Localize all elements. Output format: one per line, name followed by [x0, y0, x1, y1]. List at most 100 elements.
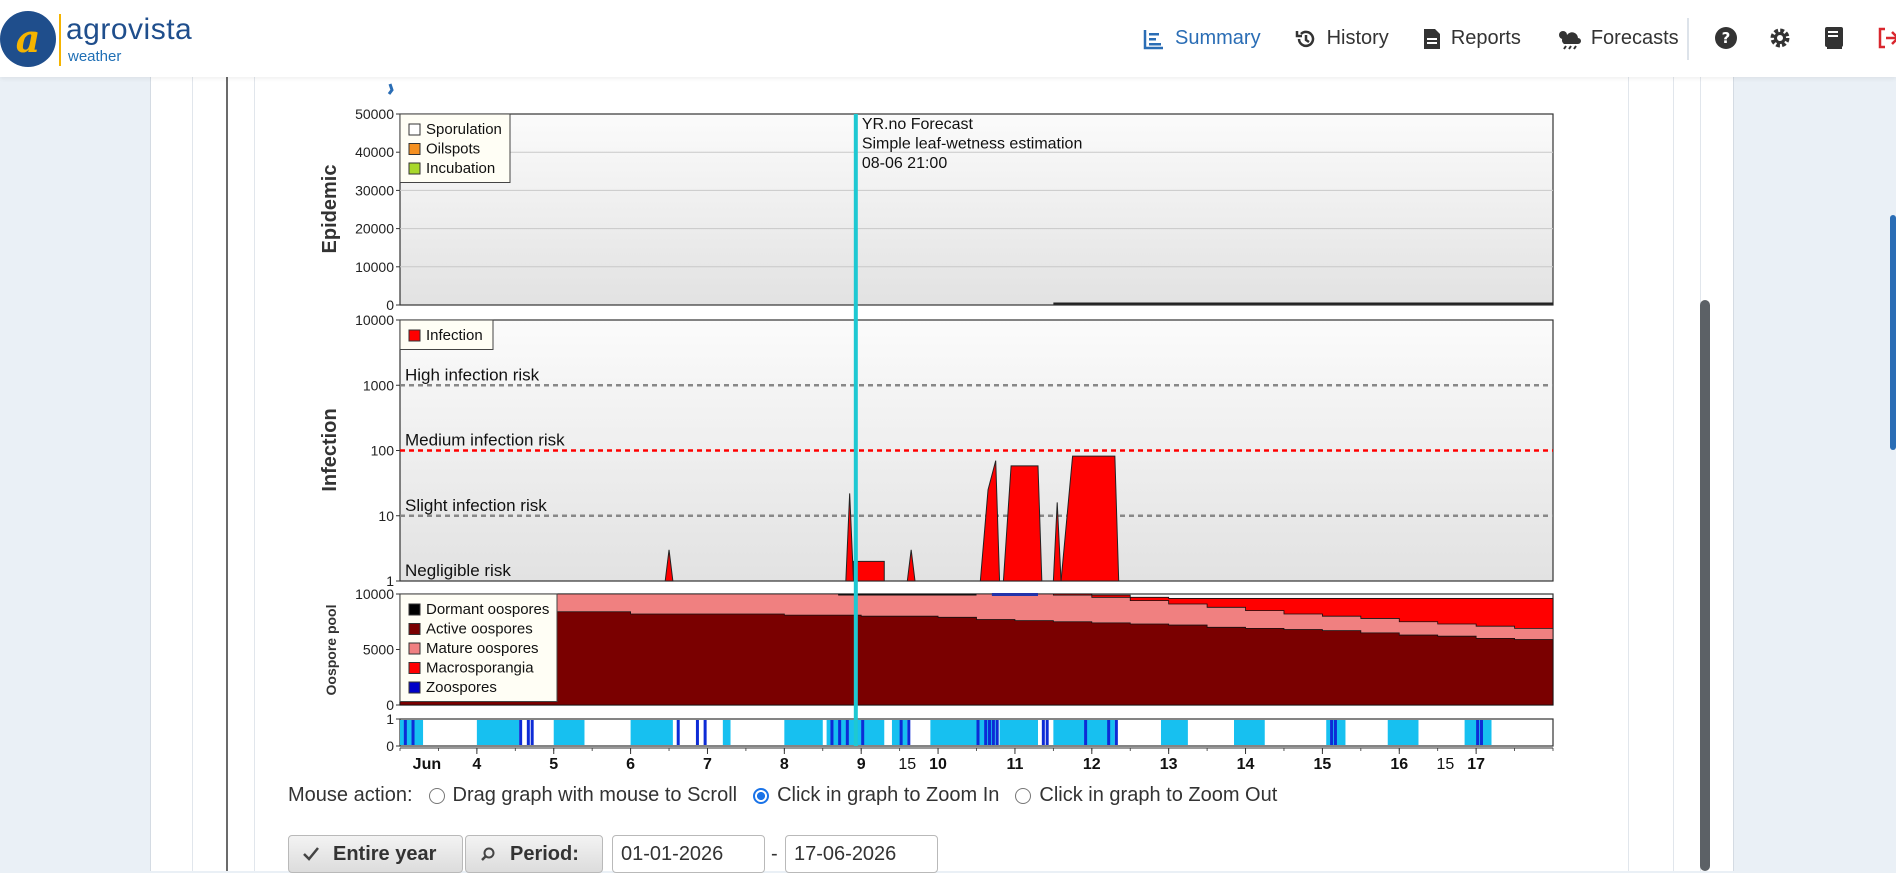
nav-divider	[1687, 18, 1689, 60]
oospore-legend-swatch	[408, 623, 421, 635]
logout-icon[interactable]	[1874, 24, 1896, 52]
nav-history[interactable]: History	[1295, 27, 1389, 50]
wetness-strong-mark	[519, 720, 523, 745]
wetness-strong-mark	[411, 720, 415, 745]
oospore-legend-swatch	[408, 681, 421, 694]
x-axis-hour-label: 15	[1436, 756, 1454, 773]
oospore-legend-item: Dormant oospores	[426, 601, 549, 618]
x-axis-day-label: 6	[626, 756, 635, 773]
wetness-strong-mark	[695, 720, 699, 745]
forecast-annotation: Simple leaf-wetness estimation	[862, 136, 1083, 153]
x-axis-day-label: 12	[1083, 756, 1101, 773]
epidemic-legend-swatch	[408, 123, 421, 136]
infection-peak	[853, 560, 885, 582]
wetness-strong-mark	[845, 720, 849, 745]
oospore-legend-swatch	[408, 642, 421, 655]
wetness-ytick: 0	[386, 738, 394, 754]
wetness-strong-mark	[1479, 720, 1483, 745]
oospore-ylabel: Oospore pool	[323, 605, 339, 696]
brand-name: agrovista	[66, 13, 193, 46]
wetness-segment	[891, 720, 908, 745]
infection-ytick: 1000	[363, 377, 394, 393]
wetness-segment	[553, 720, 585, 745]
x-axis-day-label: 16	[1390, 756, 1408, 773]
epidemic-ytick: 50000	[355, 106, 394, 122]
wetness-strong-mark	[1476, 720, 1480, 745]
epidemic-legend-item: Incubation	[426, 160, 495, 177]
infection-ytick: 10	[378, 508, 394, 524]
nav-reports-label: Reports	[1450, 27, 1521, 49]
infection-ylabel: Infection	[319, 408, 341, 491]
brand-divider	[59, 14, 61, 66]
x-axis-day-label: 7	[703, 756, 712, 773]
cloud-sun-rain-icon	[1558, 30, 1581, 50]
oospore-legend-item: Mature oospores	[426, 640, 539, 657]
x-axis-day-label: 11	[1006, 756, 1023, 773]
nav-forecasts-label: Forecasts	[1590, 27, 1679, 49]
oospore-legend-swatch	[408, 603, 421, 616]
x-axis-hour-label: 15	[898, 756, 916, 773]
epidemic-ytick: 10000	[355, 259, 394, 275]
wetness-ytick: 1	[386, 711, 394, 727]
wetness-segment	[1234, 720, 1265, 745]
infection-ytick: 10000	[355, 312, 394, 328]
epidemic-ytick: 20000	[355, 221, 394, 237]
nav-summary[interactable]: Summary	[1143, 27, 1261, 50]
history-icon	[1295, 30, 1314, 47]
epidemic-legend-swatch	[408, 143, 421, 155]
top-navbar: a agrovista weather Summary History Repo…	[0, 0, 1896, 77]
wetness-strong-mark	[526, 720, 530, 745]
forecast-annotation: YR.no Forecast	[862, 116, 974, 133]
wetness-strong-mark	[899, 720, 903, 745]
infection-legend-item: Infection	[426, 327, 483, 344]
wetness-strong-mark	[1333, 720, 1337, 745]
wetness-strong-mark	[991, 720, 995, 745]
document-icon	[1423, 28, 1440, 49]
oospore-legend-swatch	[408, 662, 421, 674]
book-icon[interactable]	[1820, 24, 1848, 52]
wetness-strong-mark	[907, 720, 911, 745]
forecast-annotation: 08-06 21:00	[862, 155, 948, 172]
nav-summary-label: Summary	[1175, 27, 1261, 49]
wetness-segment	[722, 720, 731, 745]
infection-threshold-label: High infection risk	[405, 365, 540, 384]
svg-text:?: ?	[1722, 29, 1731, 47]
epidemic-legend-swatch	[408, 162, 421, 175]
nav-reports[interactable]: Reports	[1423, 27, 1521, 50]
oospore-legend-item: Macrosporangia	[426, 660, 534, 677]
settings-gear-icon[interactable]	[1766, 24, 1794, 52]
wetness-strong-mark	[676, 720, 680, 745]
disease-model-chart[interactable]: 50000400003000020000100000EpidemicSporul…	[0, 0, 1896, 871]
epidemic-ytick: 30000	[355, 182, 394, 198]
wetness-strong-mark	[984, 720, 988, 745]
help-icon[interactable]: ?	[1712, 24, 1740, 52]
wetness-segment	[1387, 720, 1419, 745]
infection-threshold-label: Slight infection risk	[405, 496, 547, 515]
wetness-strong-mark	[1041, 720, 1045, 745]
x-axis-day-label: 5	[549, 756, 558, 773]
wetness-strong-mark	[830, 720, 834, 745]
nav-forecasts[interactable]: Forecasts	[1555, 27, 1679, 50]
wetness-strong-mark	[1330, 720, 1334, 745]
main-nav: Summary History Reports Forecasts	[1143, 0, 1713, 77]
oospore-legend-item: Zoospores	[426, 679, 497, 696]
epidemic-ylabel: Epidemic	[319, 165, 341, 254]
brand-logo-mark: a	[15, 16, 41, 61]
x-axis-day-label: 17	[1467, 756, 1485, 773]
wetness-strong-mark	[1084, 720, 1088, 745]
infection-threshold-label: Negligible risk	[405, 561, 511, 580]
infection-threshold-label: Medium infection risk	[405, 431, 565, 450]
chart-bars-icon	[1143, 29, 1163, 49]
oospore-ytick: 10000	[355, 586, 394, 602]
wetness-segment	[999, 720, 1038, 745]
wetness-strong-mark	[1114, 720, 1118, 745]
wetness-strong-mark	[838, 720, 842, 745]
wetness-segment	[630, 720, 673, 745]
wetness-segment	[1160, 720, 1188, 745]
wetness-strong-mark	[976, 720, 980, 745]
brand-subtitle: weather	[68, 48, 122, 65]
nav-history-label: History	[1326, 27, 1389, 49]
x-axis-day-label: 15	[1314, 756, 1332, 773]
infection-legend-swatch	[408, 329, 421, 342]
wetness-strong-mark	[1045, 720, 1049, 745]
